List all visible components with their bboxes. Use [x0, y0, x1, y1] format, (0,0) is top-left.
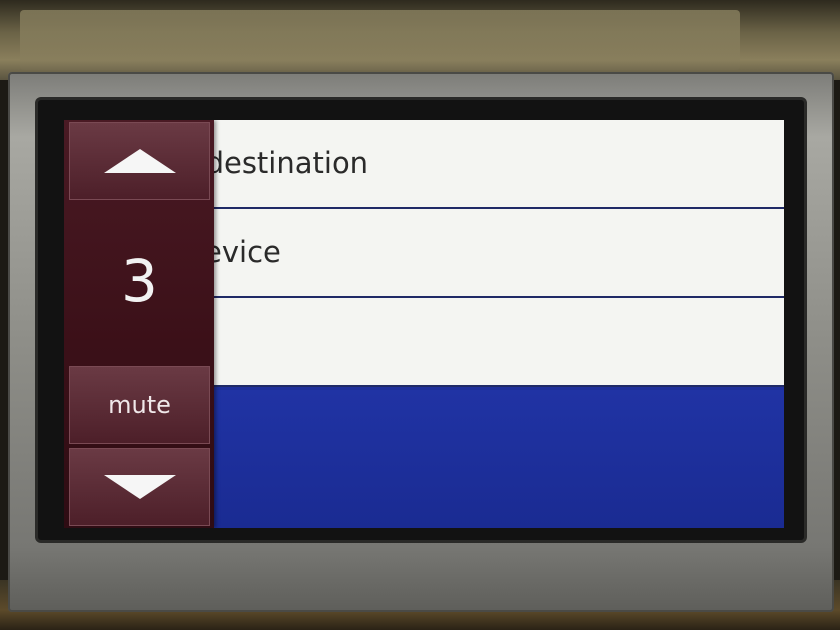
- background-scene-top: [0, 0, 840, 80]
- screen-frame: t a destination h device ngs 3 mute: [38, 100, 804, 540]
- volume-level: 3: [121, 247, 158, 315]
- arrow-up-icon: [103, 149, 176, 173]
- arrow-down-icon: [103, 475, 176, 499]
- mute-label: mute: [108, 391, 171, 419]
- volume-down-button[interactable]: [69, 448, 210, 526]
- device-bezel: t a destination h device ngs 3 mute: [8, 72, 834, 612]
- device-screen: t a destination h device ngs 3 mute: [64, 120, 784, 528]
- volume-panel: 3 mute: [64, 120, 214, 528]
- volume-up-button[interactable]: [69, 122, 210, 200]
- mute-button[interactable]: mute: [69, 366, 210, 444]
